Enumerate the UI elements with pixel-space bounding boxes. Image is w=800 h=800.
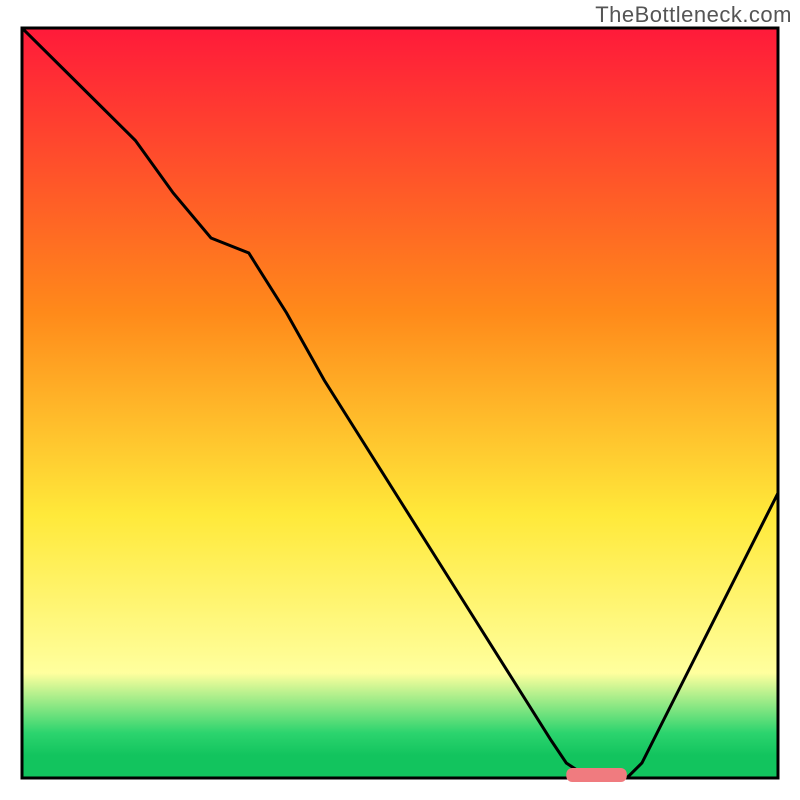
watermark-text: TheBottleneck.com bbox=[595, 2, 792, 28]
optimal-marker bbox=[566, 768, 627, 782]
chart-stage: TheBottleneck.com bbox=[0, 0, 800, 800]
bottleneck-chart bbox=[0, 0, 800, 800]
